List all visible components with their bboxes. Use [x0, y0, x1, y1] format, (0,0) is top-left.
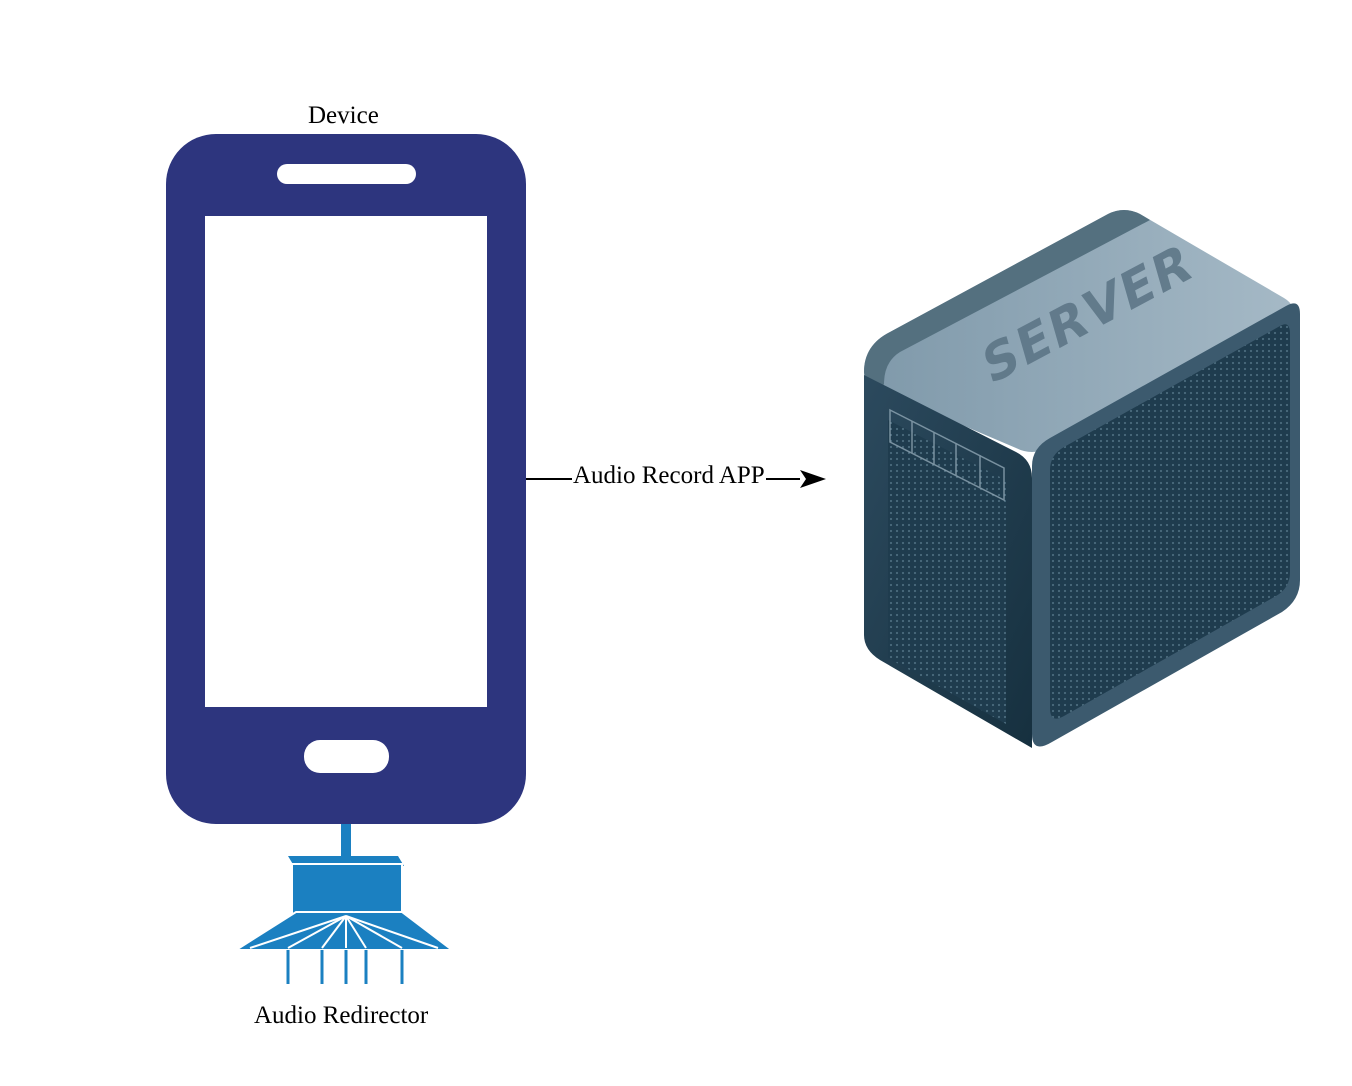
phone-screen: [205, 216, 487, 707]
splitter-output-lines: [286, 950, 404, 984]
audio-redirector-label: Audio Redirector: [254, 1002, 429, 1029]
phone-speaker-slot: [277, 164, 416, 184]
device-label: Device: [308, 102, 379, 129]
phone-home-button: [304, 740, 389, 773]
smartphone-icon[interactable]: [166, 134, 526, 824]
speaker-splitter-icon[interactable]: [232, 856, 455, 984]
splitter-box: [291, 863, 403, 917]
edge-label-audio-record-app: Audio Record APP: [572, 462, 766, 489]
diagram-canvas: SERVER: [166, 134, 1300, 984]
server-icon[interactable]: SERVER: [864, 210, 1300, 748]
arrowhead: [800, 470, 826, 488]
